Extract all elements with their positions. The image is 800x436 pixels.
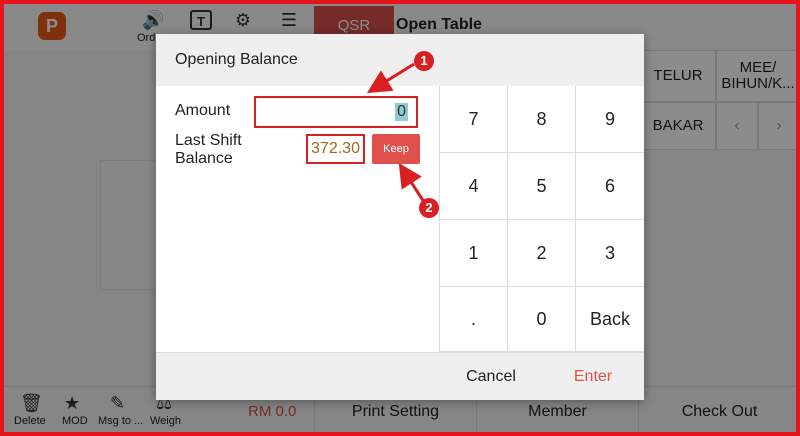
callout-badge-1: 1 <box>414 51 434 71</box>
callout-arrow-2 <box>398 162 426 203</box>
callout-badge-2: 2 <box>419 198 439 218</box>
callout-arrows <box>366 62 426 203</box>
callout-arrow-1 <box>366 62 415 94</box>
